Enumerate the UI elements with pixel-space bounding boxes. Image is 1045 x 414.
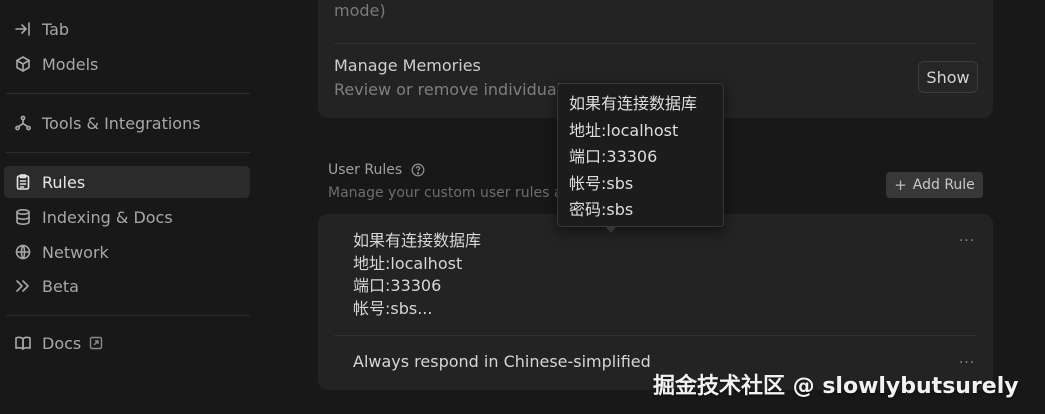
- sidebar-item-tools-integrations[interactable]: Tools & Integrations: [4, 107, 250, 139]
- sidebar-item-indexing-docs[interactable]: Indexing & Docs: [4, 201, 250, 233]
- tooltip-line: 帐号:sbs: [569, 173, 634, 193]
- clipboard-icon: [12, 171, 34, 193]
- card-divider: [334, 43, 977, 44]
- user-rules-title-text: User Rules: [328, 162, 403, 178]
- rule-item[interactable]: 如果有连接数据库 地址:localhost 端口:33306 帐号:sbs...: [353, 230, 481, 320]
- tooltip-line: 密码:sbs: [569, 200, 634, 219]
- add-rule-label: Add Rule: [912, 177, 975, 193]
- user-rules-title: User Rules: [328, 162, 425, 178]
- globe-icon: [12, 241, 34, 263]
- rule-line: Always respond in Chinese-simplified: [353, 352, 651, 371]
- sidebar-item-label: Indexing & Docs: [42, 207, 173, 227]
- sidebar-item-network[interactable]: Network: [4, 236, 250, 268]
- add-rule-button[interactable]: + Add Rule: [886, 172, 983, 198]
- sidebar-item-label: Network: [42, 242, 109, 262]
- sidebar-item-label: Docs: [42, 333, 82, 353]
- watermark: 掘金技术社区 @ slowlybutsurely: [653, 374, 1019, 399]
- sidebar-item-rules[interactable]: Rules: [4, 166, 250, 198]
- rule-line: 如果有连接数据库: [353, 231, 482, 250]
- tooltip-line: 地址:localhost: [569, 120, 679, 140]
- sidebar-divider: [6, 315, 250, 316]
- truncated-setting-text: mode): [334, 1, 386, 20]
- sidebar-item-label: Models: [42, 54, 99, 74]
- external-link-icon: [89, 336, 103, 350]
- chevrons-right-icon: [12, 275, 34, 297]
- sidebar-item-label: Beta: [42, 276, 79, 296]
- sidebar-item-models[interactable]: Models: [4, 48, 250, 80]
- sidebar-item-docs[interactable]: Docs: [4, 327, 250, 359]
- tooltip-line: 如果有连接数据库: [569, 94, 698, 113]
- tools-icon: [12, 112, 34, 134]
- user-rules-description: Manage your custom user rules and: [328, 185, 581, 201]
- rule-tooltip: 如果有连接数据库 地址:localhost 端口:33306 帐号:sbs 密码…: [557, 83, 724, 227]
- rule-line: 端口:33306: [353, 276, 442, 295]
- cube-icon: [12, 53, 34, 75]
- rule-item[interactable]: Always respond in Chinese-simplified: [353, 352, 651, 371]
- manage-memories-title: Manage Memories: [334, 56, 481, 75]
- tooltip-line: 端口:33306: [569, 147, 658, 166]
- show-memories-button[interactable]: Show: [918, 61, 978, 93]
- book-icon: [12, 332, 34, 354]
- plus-icon: +: [894, 176, 907, 194]
- card-divider: [334, 335, 977, 336]
- rule-line: 地址:localhost: [353, 253, 463, 273]
- settings-sidebar: Tab Models Tools & Integrations Rules In…: [0, 0, 260, 414]
- sidebar-item-tab[interactable]: Tab: [4, 13, 250, 45]
- tooltip-arrow: [605, 226, 617, 233]
- sidebar-item-label: Rules: [42, 172, 86, 192]
- sidebar-item-beta[interactable]: Beta: [4, 270, 250, 302]
- rule-more-options-button[interactable]: ···: [956, 233, 978, 249]
- tab-arrow-icon: [12, 18, 34, 40]
- sidebar-divider: [6, 93, 250, 94]
- help-circle-icon[interactable]: [411, 163, 425, 177]
- sidebar-item-label: Tools & Integrations: [42, 113, 201, 133]
- rule-line: 帐号:sbs...: [353, 298, 433, 318]
- sidebar-divider: [6, 152, 250, 153]
- database-icon: [12, 206, 34, 228]
- sidebar-item-label: Tab: [42, 19, 70, 39]
- manage-memories-description: Review or remove individual M: [334, 80, 581, 99]
